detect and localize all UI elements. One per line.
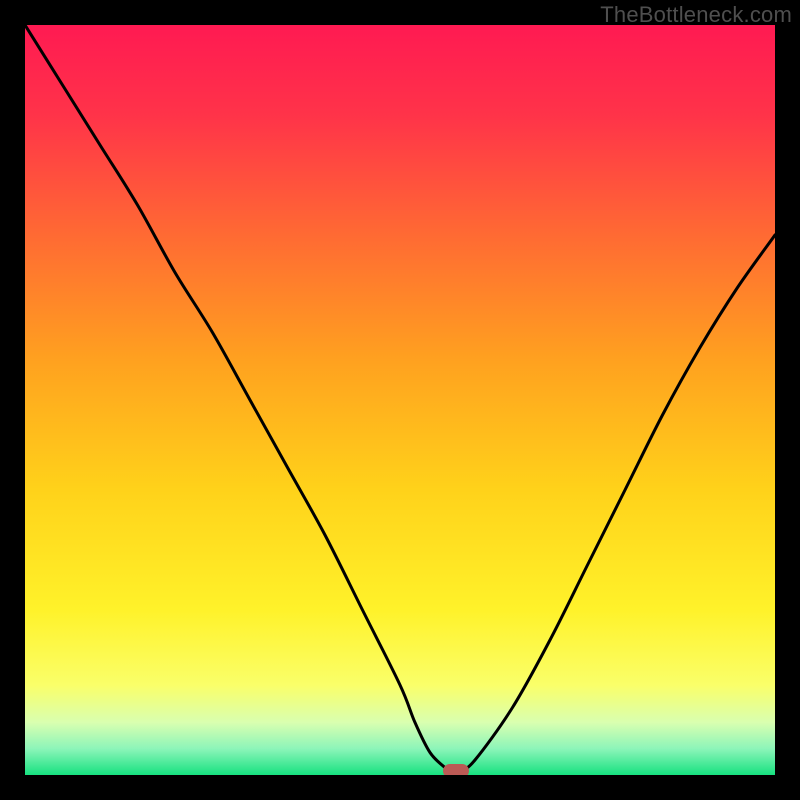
chart-frame: TheBottleneck.com <box>0 0 800 800</box>
plot-area <box>25 25 775 775</box>
optimal-point-marker <box>443 764 469 775</box>
bottleneck-curve <box>25 25 775 775</box>
